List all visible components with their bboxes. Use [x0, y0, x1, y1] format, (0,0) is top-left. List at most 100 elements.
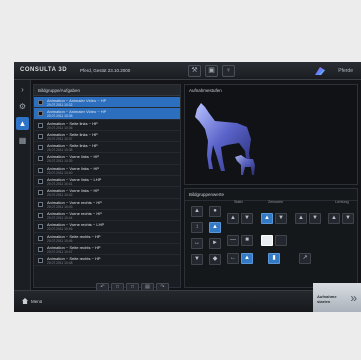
start-recording-button[interactable]: Aufnahme starten » — [313, 283, 361, 312]
zensor-white-button[interactable] — [261, 235, 273, 246]
row-timestamp: 20.07.2011 10:44 — [47, 215, 73, 220]
task-list: Animation ~ Animaier Video ~ HP 20.07.201… — [34, 97, 180, 267]
row-timestamp: 20.07.2011 10:42 — [47, 193, 73, 198]
zensor-up-button[interactable]: ▲ — [261, 213, 273, 224]
list-item[interactable]: Animation ~ Animaier Video ~ HP 20.07.201… — [34, 97, 180, 109]
preview-panel: Aufnahmestufen — [184, 84, 358, 185]
row-checkbox[interactable] — [38, 258, 43, 264]
row-checkbox[interactable] — [38, 122, 43, 128]
dir-front-button[interactable]: ↔ — [191, 238, 203, 249]
list-item[interactable]: Animation ~ Seite rechts ~ HP 20.07.2011 … — [34, 233, 180, 244]
library-icon[interactable]: ▦ — [16, 134, 29, 147]
row-timestamp: 20.07.2011 10:40 — [47, 170, 73, 175]
row-checkbox[interactable] — [38, 201, 43, 207]
row-timestamp: 20.07.2011 10:41 — [47, 182, 73, 187]
row-checkbox[interactable] — [38, 235, 43, 241]
row-timestamp: 20.07.2011 10:32 — [47, 103, 73, 107]
list-item[interactable]: Animation ~ Seite rechts ~ HP 20.07.2011 … — [34, 244, 180, 256]
forward-arrow-icon: » — [350, 291, 357, 305]
row-timestamp: 20.07.2011 10:48 — [47, 261, 73, 266]
start-recording-label: Aufnahme starten — [317, 294, 337, 304]
list-item[interactable]: Animation ~ Vorne rechts ~ LHP 20.07.2011… — [34, 221, 180, 233]
stativ-down-button[interactable]: ▼ — [241, 213, 253, 224]
collapse-icon[interactable]: › — [16, 83, 29, 96]
row-checkbox[interactable] — [38, 133, 43, 139]
home-icon — [22, 298, 28, 304]
list-header: Bildgruppe/Aufgaben — [34, 85, 180, 96]
list-item[interactable]: Animation ~ Seite links ~ HP 20.07.2011 1… — [34, 120, 180, 131]
row-timestamp: 20.07.2011 10:38 — [47, 148, 73, 153]
menu-button[interactable]: Menü — [22, 298, 42, 304]
row-checkbox[interactable] — [38, 190, 43, 196]
zensor-active-button[interactable]: ▮ — [268, 253, 280, 264]
stativ-left-button[interactable]: ← — [227, 253, 239, 264]
list-item[interactable]: Animation ~ Vorne links ~ HP 20.07.2011 1… — [34, 165, 180, 177]
tools-icon[interactable]: ⚒ — [188, 65, 201, 77]
list-item[interactable]: Animation ~ Vorne rechts ~ HP 20.07.2011 … — [34, 210, 180, 222]
logo-mark-icon — [315, 67, 325, 75]
menu-label: Menü — [31, 299, 43, 304]
licht-up-button[interactable]: ▲ — [328, 213, 340, 224]
task-list-panel: Bildgruppe/Aufgaben Animation ~ Animaier… — [33, 84, 181, 291]
figure-stand-button[interactable]: ● — [209, 206, 221, 217]
bottom-bar: Menü Aufnahme starten » — [14, 283, 361, 312]
dir-up-button[interactable]: ▲ — [191, 206, 203, 217]
zensor-down-button[interactable]: ▼ — [275, 213, 287, 224]
row-timestamp: 20.07.2011 10:45 — [47, 227, 73, 232]
zensor-gray-button[interactable] — [275, 235, 287, 246]
stativ-stop-button[interactable]: ■ — [241, 235, 253, 246]
row-timestamp: 20.07.2011 10:36 — [47, 125, 73, 130]
col-head-zensoren: Zensoren — [268, 200, 284, 204]
list-item[interactable]: Animation ~ Vorne links ~ HP 20.07.2011 1… — [34, 153, 180, 165]
row-checkbox[interactable] — [38, 100, 43, 105]
row-checkbox[interactable] — [38, 246, 43, 252]
list-item[interactable]: Animation ~ Animaier Video ~ HP 20.07.201… — [34, 108, 180, 120]
person-icon[interactable]: ♀ — [222, 65, 235, 77]
row-checkbox[interactable] — [38, 167, 43, 173]
list-item[interactable]: Animation ~ Vorne links ~ LHP 20.07.2011 … — [34, 176, 180, 188]
row-timestamp: 20.07.2011 10:35 — [47, 114, 73, 119]
dir-down-button[interactable]: ▼ — [191, 254, 203, 265]
row-timestamp: 20.07.2011 10:37 — [47, 136, 73, 141]
left-rail: › ⚙ ▲ ▦ — [14, 80, 31, 290]
top-bar: CONSULTA 3D Pferd, Gestüt 23.10.2000 ⚒ ▣… — [14, 62, 361, 80]
list-item[interactable]: Animation ~ Vorne rechts ~ HP 20.07.2011 … — [34, 199, 180, 210]
row-checkbox[interactable] — [38, 156, 43, 162]
row-checkbox[interactable] — [38, 179, 43, 185]
row-timestamp: 20.07.2011 10:39 — [47, 159, 73, 164]
figure-walk-button[interactable]: ► — [209, 238, 221, 249]
logo-text: Pferde — [338, 68, 353, 74]
figure-selected-button[interactable]: ▲ — [209, 222, 221, 233]
row-checkbox[interactable] — [38, 212, 43, 218]
list-toolbar: ↶ □ □ ▤ ↷ — [94, 275, 169, 291]
row-timestamp: 20.07.2011 10:47 — [47, 249, 73, 254]
brand-logo: Pferde — [315, 65, 353, 77]
preview-title: Aufnahmestufen — [189, 88, 222, 93]
list-item[interactable]: Animation ~ Vorne links ~ HP 20.07.2011 1… — [34, 187, 180, 199]
row-checkbox[interactable] — [38, 145, 43, 151]
app-screen: CONSULTA 3D Pferd, Gestüt 23.10.2000 ⚒ ▣… — [14, 62, 361, 312]
settings-icon[interactable]: ⚙ — [16, 100, 29, 113]
patient-info: Pferd, Gestüt 23.10.2000 — [80, 68, 131, 73]
view-icon[interactable]: ▲ — [16, 117, 29, 130]
stativ-dash-button[interactable]: — — [227, 235, 239, 246]
row-checkbox[interactable] — [38, 111, 43, 117]
list-item[interactable]: Animation ~ Seite links ~ HP 20.07.2011 1… — [34, 142, 180, 154]
extra-select-button[interactable]: ↗ — [299, 253, 311, 264]
col-head-lichtung: Lichtung — [335, 200, 349, 204]
row-checkbox[interactable] — [38, 224, 43, 230]
dir-side-button[interactable]: ↕ — [191, 222, 203, 233]
save-icon[interactable]: ▣ — [205, 65, 218, 77]
licht-down-button[interactable]: ▼ — [342, 213, 354, 224]
list-item[interactable]: Animation ~ Seite links ~ HP 20.07.2011 1… — [34, 131, 180, 143]
horse-model-image[interactable] — [191, 99, 261, 183]
stativ-active-button[interactable]: ▲ — [241, 253, 253, 264]
figure-run-button[interactable]: ◆ — [209, 254, 221, 265]
extra-down-button[interactable]: ▼ — [309, 213, 321, 224]
stativ-up-button[interactable]: ▲ — [227, 213, 239, 224]
list-item[interactable]: Animation ~ Seite rechts ~ HP 20.07.2011 … — [34, 255, 180, 267]
row-timestamp: 20.07.2011 10:46 — [47, 238, 73, 243]
settings-panel: Bildgruppenwerte Stativ Zensoren Lichtun… — [184, 188, 358, 288]
extra-up-button[interactable]: ▲ — [295, 213, 307, 224]
col-head-stativ: Stativ — [234, 200, 243, 204]
